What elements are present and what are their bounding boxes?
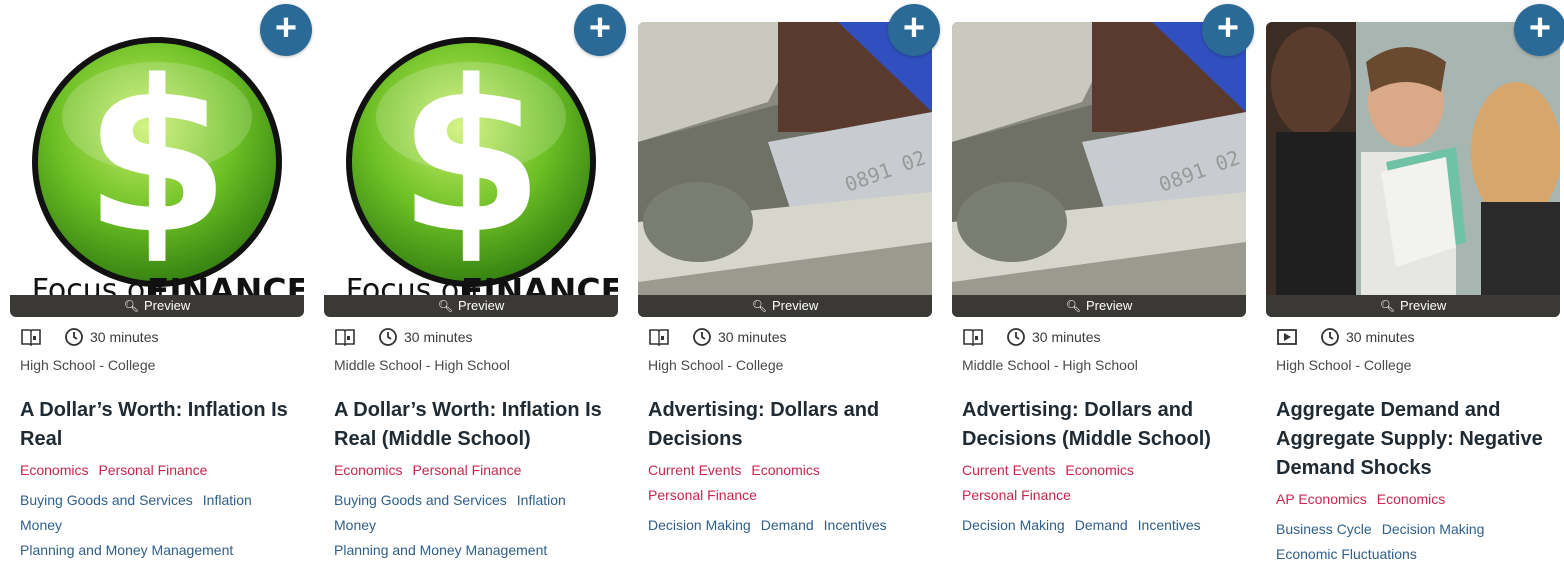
preview-button[interactable]: 🔍︎ Preview <box>324 295 618 317</box>
lesson-title[interactable]: A Dollar’s Worth: Inflation Is Real <box>20 396 304 454</box>
duration-label: 30 minutes <box>404 329 473 345</box>
category-tag[interactable]: Personal Finance <box>962 487 1071 503</box>
preview-button[interactable]: 🔍︎ Preview <box>638 295 932 317</box>
lesson-thumbnail[interactable]: 0891 02 🔍︎ Preview <box>952 22 1246 317</box>
concept-tag[interactable]: Economic Fluctuations <box>1276 546 1417 562</box>
category-tag[interactable]: Economics <box>1377 491 1445 507</box>
add-button[interactable]: + <box>260 4 312 56</box>
book-icon <box>649 329 669 347</box>
search-icon: 🔍︎ <box>1379 299 1395 313</box>
lesson-card[interactable]: $ Focus on FINANCE 🔍︎ Preview + 30 minute… <box>10 0 312 562</box>
concept-tag[interactable]: Buying Goods and Services <box>20 492 193 508</box>
concept-tag[interactable]: Demand <box>761 517 814 533</box>
lesson-thumbnail[interactable]: $ Focus on FINANCE 🔍︎ Preview <box>10 22 304 317</box>
lesson-card[interactable]: 0891 02 🔍︎ Preview + 30 minutes High Scho… <box>638 0 940 562</box>
preview-button[interactable]: 🔍︎ Preview <box>952 295 1246 317</box>
plus-icon: + <box>274 7 298 49</box>
concept-tag[interactable]: Business Cycle <box>1276 521 1372 537</box>
clock-icon <box>1321 328 1339 346</box>
category-tag[interactable]: Economics <box>1065 462 1133 478</box>
category-tag[interactable]: Personal Finance <box>412 462 521 478</box>
concept-tag[interactable]: Money <box>334 517 376 533</box>
grade-level: High School - College <box>1276 357 1412 373</box>
plus-icon: + <box>902 7 926 49</box>
category-tag[interactable]: Economics <box>751 462 819 478</box>
lesson-title[interactable]: A Dollar’s Worth: Inflation Is Real (Mid… <box>334 396 618 454</box>
concept-tag[interactable]: Planning and Money Management <box>334 542 547 558</box>
book-icon <box>963 329 983 347</box>
svg-text:$: $ <box>84 35 230 280</box>
svg-text:$: $ <box>398 35 544 280</box>
plus-icon: + <box>1528 7 1552 49</box>
concept-tag[interactable]: Money <box>20 517 62 533</box>
grade-level: Middle School - High School <box>334 357 510 373</box>
search-icon: 🔍︎ <box>123 299 139 313</box>
lesson-thumbnail[interactable]: $ Focus on FINANCE 🔍︎ Preview <box>324 22 618 317</box>
search-icon: 🔍︎ <box>437 299 453 313</box>
category-tag[interactable]: Current Events <box>962 462 1055 478</box>
concept-tag[interactable]: Decision Making <box>1382 521 1485 537</box>
lesson-thumbnail[interactable]: 🔍︎ Preview <box>1266 22 1560 317</box>
add-button[interactable]: + <box>1202 4 1254 56</box>
duration-label: 30 minutes <box>90 329 159 345</box>
search-icon: 🔍︎ <box>1065 299 1081 313</box>
concept-tag[interactable]: Planning and Money Management <box>20 542 233 558</box>
category-tag[interactable]: AP Economics <box>1276 491 1367 507</box>
category-tag[interactable]: Current Events <box>648 462 741 478</box>
clock-icon <box>65 328 83 346</box>
lesson-card[interactable]: $ Focus on FINANCE 🔍︎ Preview + 30 minute… <box>324 0 626 562</box>
add-button[interactable]: + <box>574 4 626 56</box>
people-reading-photo <box>1266 22 1560 317</box>
clock-icon <box>379 328 397 346</box>
grade-level: High School - College <box>648 357 784 373</box>
grade-level: High School - College <box>20 357 156 373</box>
lesson-title[interactable]: Aggregate Demand and Aggregate Supply: N… <box>1276 396 1560 483</box>
lesson-thumbnail[interactable]: 0891 02 🔍︎ Preview <box>638 22 932 317</box>
preview-button[interactable]: 🔍︎ Preview <box>10 295 304 317</box>
concept-tag[interactable]: Buying Goods and Services <box>334 492 507 508</box>
duration-label: 30 minutes <box>1346 329 1415 345</box>
concept-tag[interactable]: Demand <box>1075 517 1128 533</box>
video-icon <box>1277 329 1297 345</box>
category-tag[interactable]: Personal Finance <box>98 462 207 478</box>
clock-icon <box>693 328 711 346</box>
duration-label: 30 minutes <box>1032 329 1101 345</box>
category-tag[interactable]: Personal Finance <box>648 487 757 503</box>
dollar-logo-image: $ Focus on FINANCE <box>10 22 304 317</box>
concept-tag[interactable]: Inflation <box>203 492 252 508</box>
category-tag[interactable]: Economics <box>20 462 88 478</box>
dollar-logo-image: $ Focus on FINANCE <box>324 22 618 317</box>
concept-tag[interactable]: Inflation <box>517 492 566 508</box>
book-icon <box>21 329 41 347</box>
concept-tag[interactable]: Decision Making <box>962 517 1065 533</box>
category-tag[interactable]: Economics <box>334 462 402 478</box>
concept-tag[interactable]: Incentives <box>1138 517 1201 533</box>
concept-tag[interactable]: Decision Making <box>648 517 751 533</box>
lesson-title[interactable]: Advertising: Dollars and Decisions <box>648 396 932 454</box>
search-icon: 🔍︎ <box>751 299 767 313</box>
add-button[interactable]: + <box>888 4 940 56</box>
duration-label: 30 minutes <box>718 329 787 345</box>
concept-tag[interactable]: Incentives <box>824 517 887 533</box>
clock-icon <box>1007 328 1025 346</box>
preview-button[interactable]: 🔍︎ Preview <box>1266 295 1560 317</box>
money-photo: 0891 02 <box>638 22 932 317</box>
lesson-card[interactable]: 🔍︎ Preview + 30 minutes High School - Col… <box>1266 0 1564 562</box>
book-icon <box>335 329 355 347</box>
lesson-title[interactable]: Advertising: Dollars and Decisions (Midd… <box>962 396 1246 454</box>
add-button[interactable]: + <box>1514 4 1564 56</box>
plus-icon: + <box>588 7 612 49</box>
grade-level: Middle School - High School <box>962 357 1138 373</box>
money-photo: 0891 02 <box>952 22 1246 317</box>
lesson-card[interactable]: 0891 02 🔍︎ Preview + 30 minutes Middle Sc… <box>952 0 1254 562</box>
plus-icon: + <box>1216 7 1240 49</box>
